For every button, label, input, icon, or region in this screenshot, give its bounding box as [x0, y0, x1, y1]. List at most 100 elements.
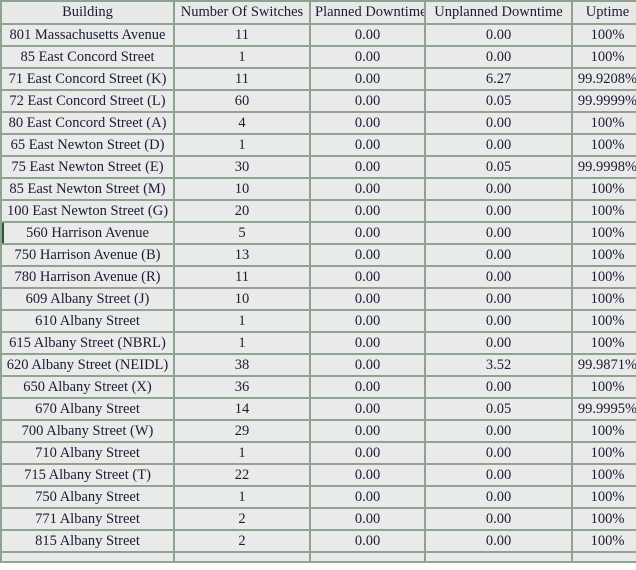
- cell-uptime: 99.9998%: [573, 157, 636, 177]
- table-row[interactable]: 610 Albany Street 1 0.00 0.00 100%: [2, 311, 636, 331]
- cell-building: 650 Albany Street (X): [2, 377, 173, 397]
- cell-building: 750 Albany Street: [2, 487, 173, 507]
- cell-uptime: 99.9871%: [573, 355, 636, 375]
- cell-planned: 0.00: [311, 311, 424, 331]
- cell-switches: 2: [175, 531, 309, 551]
- cell-unplanned: 0.00: [426, 47, 571, 67]
- table-row[interactable]: 609 Albany Street (J) 10 0.00 0.00 100%: [2, 289, 636, 309]
- cell-switches: 5: [175, 223, 309, 243]
- table-row[interactable]: 85 East Concord Street 1 0.00 0.00 100%: [2, 47, 636, 67]
- cell-planned: 0.00: [311, 135, 424, 155]
- cell-building: 560 Harrison Avenue: [2, 223, 173, 243]
- cell-planned: 0.00: [311, 201, 424, 221]
- cell-switches: 1: [175, 487, 309, 507]
- cell-building: [2, 553, 173, 561]
- table-row[interactable]: 715 Albany Street (T) 22 0.00 0.00 100%: [2, 465, 636, 485]
- cell-planned: 0.00: [311, 157, 424, 177]
- table-row[interactable]: 750 Albany Street 1 0.00 0.00 100%: [2, 487, 636, 507]
- table-row[interactable]: 801 Massachusetts Avenue 11 0.00 0.00 100%: [2, 25, 636, 45]
- column-header-unplanned-downtime[interactable]: Unplanned Downtime: [426, 2, 571, 23]
- column-header-planned-downtime[interactable]: Planned Downtime: [311, 2, 424, 23]
- cell-building: 801 Massachusetts Avenue: [2, 25, 173, 45]
- cell-unplanned: 3.52: [426, 355, 571, 375]
- table-row[interactable]: 80 East Concord Street (A) 4 0.00 0.00 100%: [2, 113, 636, 133]
- column-header-building[interactable]: Building: [2, 2, 173, 23]
- cell-building: 610 Albany Street: [2, 311, 173, 331]
- table-header: Building Number Of Switches Planned Down…: [2, 2, 636, 23]
- cell-uptime: 100%: [573, 443, 636, 463]
- cell-unplanned: 0.00: [426, 289, 571, 309]
- cell-unplanned: 0.00: [426, 509, 571, 529]
- cell-switches: 1: [175, 333, 309, 353]
- cell-building: 710 Albany Street: [2, 443, 173, 463]
- table-row[interactable]: 85 East Newton Street (M) 10 0.00 0.00 100%: [2, 179, 636, 199]
- table-row[interactable]: 560 Harrison Avenue 5 0.00 0.00 100%: [2, 223, 636, 243]
- cell-unplanned: 0.00: [426, 311, 571, 331]
- cell-planned: 0.00: [311, 509, 424, 529]
- cell-uptime: 100%: [573, 509, 636, 529]
- table-body: 801 Massachusetts Avenue 11 0.00 0.00 100% 85…: [2, 25, 636, 561]
- table-row[interactable]: 815 Albany Street 2 0.00 0.00 100%: [2, 531, 636, 551]
- cell-uptime: 100%: [573, 223, 636, 243]
- cell-switches: 13: [175, 245, 309, 265]
- cell-unplanned: 0.00: [426, 245, 571, 265]
- cell-unplanned: 6.27: [426, 69, 571, 89]
- cell-unplanned: 0.00: [426, 267, 571, 287]
- cell-unplanned: 0.00: [426, 443, 571, 463]
- table-row[interactable]: 72 East Concord Street (L) 60 0.00 0.05 99.9…: [2, 91, 636, 111]
- cell-building: 85 East Newton Street (M): [2, 179, 173, 199]
- cell-unplanned: 0.00: [426, 421, 571, 441]
- cell-building: 615 Albany Street (NBRL): [2, 333, 173, 353]
- table-header-row: Building Number Of Switches Planned Down…: [2, 2, 636, 23]
- column-header-switches[interactable]: Number Of Switches: [175, 2, 309, 23]
- column-header-uptime[interactable]: Uptime: [573, 2, 636, 23]
- table-row[interactable]: 100 East Newton Street (G) 20 0.00 0.00 100%: [2, 201, 636, 221]
- cell-building: 65 East Newton Street (D): [2, 135, 173, 155]
- table-row[interactable]: 75 East Newton Street (E) 30 0.00 0.05 99.99…: [2, 157, 636, 177]
- table-row[interactable]: 65 East Newton Street (D) 1 0.00 0.00 100%: [2, 135, 636, 155]
- cell-switches: 1: [175, 135, 309, 155]
- cell-uptime: 100%: [573, 135, 636, 155]
- table-row[interactable]: 620 Albany Street (NEIDL) 38 0.00 3.52 99.98…: [2, 355, 636, 375]
- cell-unplanned: 0.05: [426, 157, 571, 177]
- cell-building: 750 Harrison Avenue (B): [2, 245, 173, 265]
- table-row[interactable]: 780 Harrison Avenue (R) 11 0.00 0.00 100%: [2, 267, 636, 287]
- cell-switches: 14: [175, 399, 309, 419]
- cell-planned: 0.00: [311, 69, 424, 89]
- cell-unplanned: 0.00: [426, 377, 571, 397]
- table-row[interactable]: 615 Albany Street (NBRL) 1 0.00 0.00 100%: [2, 333, 636, 353]
- cell-switches: 60: [175, 91, 309, 111]
- cell-planned: 0.00: [311, 421, 424, 441]
- cell-uptime: 100%: [573, 179, 636, 199]
- table-row[interactable]: 750 Harrison Avenue (B) 13 0.00 0.00 100%: [2, 245, 636, 265]
- cell-switches: 10: [175, 179, 309, 199]
- table-row[interactable]: 71 East Concord Street (K) 11 0.00 6.27 99.9…: [2, 69, 636, 89]
- table-row-clipped[interactable]: [2, 553, 636, 561]
- building-uptime-table: Building Number Of Switches Planned Down…: [0, 0, 636, 563]
- cell-uptime: 100%: [573, 25, 636, 45]
- table-row[interactable]: 771 Albany Street 2 0.00 0.00 100%: [2, 509, 636, 529]
- cell-building: 80 East Concord Street (A): [2, 113, 173, 133]
- cell-planned: 0.00: [311, 531, 424, 551]
- cell-building: 700 Albany Street (W): [2, 421, 173, 441]
- table-row[interactable]: 710 Albany Street 1 0.00 0.00 100%: [2, 443, 636, 463]
- cell-uptime: 100%: [573, 421, 636, 441]
- table-row[interactable]: 650 Albany Street (X) 36 0.00 0.00 100%: [2, 377, 636, 397]
- table-row[interactable]: 670 Albany Street 14 0.00 0.05 99.9995%: [2, 399, 636, 419]
- cell-planned: 0.00: [311, 355, 424, 375]
- cell-building: 670 Albany Street: [2, 399, 173, 419]
- cell-building: 620 Albany Street (NEIDL): [2, 355, 173, 375]
- cell-unplanned: 0.00: [426, 113, 571, 133]
- table-row[interactable]: 700 Albany Street (W) 29 0.00 0.00 100%: [2, 421, 636, 441]
- cell-switches: 11: [175, 69, 309, 89]
- cell-uptime: 100%: [573, 245, 636, 265]
- cell-building: 609 Albany Street (J): [2, 289, 173, 309]
- cell-uptime: 100%: [573, 113, 636, 133]
- cell-planned: 0.00: [311, 377, 424, 397]
- cell-planned: 0.00: [311, 399, 424, 419]
- cell-uptime: 100%: [573, 201, 636, 221]
- cell-uptime: 99.9999%: [573, 91, 636, 111]
- cell-uptime: 100%: [573, 333, 636, 353]
- cell-planned: 0.00: [311, 289, 424, 309]
- cell-planned: 0.00: [311, 91, 424, 111]
